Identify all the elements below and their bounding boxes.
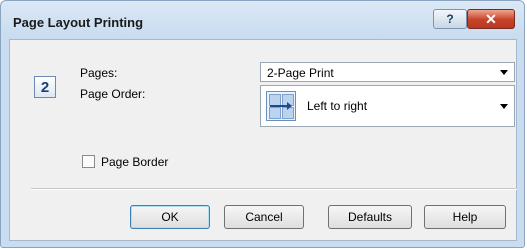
page-order-dropdown[interactable]: Left to right xyxy=(260,85,515,127)
dialog-content: 2 Pages: 2-Page Print Page Order: Left t… xyxy=(9,39,517,241)
page-cell xyxy=(269,107,281,119)
arrowhead-icon xyxy=(287,102,292,110)
chevron-down-icon xyxy=(500,104,508,109)
dialog-window: Page Layout Printing ? ✕ 2 Pages: 2-Page… xyxy=(0,0,525,248)
page-order-value: Left to right xyxy=(307,99,368,113)
pages-dropdown[interactable]: 2-Page Print xyxy=(260,62,515,82)
arrow-right-icon xyxy=(270,105,288,107)
page-order-label: Page Order: xyxy=(80,87,146,101)
pages-value: 2-Page Print xyxy=(267,66,334,80)
question-icon: ? xyxy=(446,12,454,26)
close-button[interactable]: ✕ xyxy=(467,9,515,29)
ok-button[interactable]: OK xyxy=(130,205,210,229)
close-icon: ✕ xyxy=(485,10,497,27)
defaults-button[interactable]: Defaults xyxy=(328,205,412,229)
page-border-label[interactable]: Page Border xyxy=(101,155,168,169)
pages-label: Pages: xyxy=(80,66,118,80)
window-title: Page Layout Printing xyxy=(13,15,144,30)
page-border-checkbox[interactable] xyxy=(82,155,95,168)
cancel-button[interactable]: Cancel xyxy=(224,205,304,229)
help-button[interactable]: Help xyxy=(424,205,506,229)
left-to-right-order-icon xyxy=(266,91,296,121)
separator xyxy=(31,188,517,190)
two-page-icon: 2 xyxy=(34,76,56,98)
title-bar[interactable]: Page Layout Printing ? ✕ xyxy=(1,1,524,41)
chevron-down-icon xyxy=(500,70,508,75)
title-help-button[interactable]: ? xyxy=(433,9,467,29)
